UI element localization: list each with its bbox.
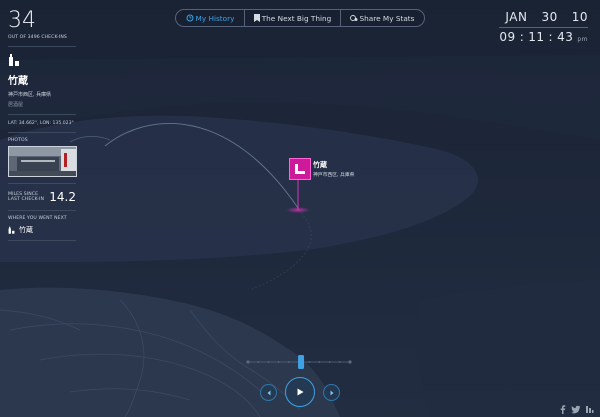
- next-button[interactable]: [323, 384, 340, 401]
- timeline-tick: [328, 361, 331, 363]
- facebook-icon[interactable]: [559, 405, 567, 414]
- social-links: [559, 405, 594, 414]
- venue-name: 竹蔵: [8, 76, 28, 87]
- divider: [8, 132, 76, 133]
- timeline-tick: [318, 361, 321, 363]
- timeline-tick: [287, 361, 290, 363]
- timeline-tick: [257, 361, 260, 363]
- checkin-sidebar: 34 OUT OF 3496 CHECK-INS 竹蔵 神戸市西区, 兵庫県 居…: [8, 10, 78, 241]
- miles-value: 14.2: [49, 190, 76, 204]
- venue-photo[interactable]: [8, 146, 77, 177]
- divider: [8, 210, 76, 211]
- nav-my-history-label: My History: [195, 13, 235, 23]
- venue-address: 神戸市西区, 兵庫県: [8, 92, 52, 98]
- checkin-number: 34: [8, 8, 36, 33]
- time-row: 09 : 11 : 43 pm: [499, 30, 588, 44]
- timeline-tick: [338, 361, 341, 363]
- nav-share-stats[interactable]: Share My Stats: [341, 10, 423, 26]
- divider: [8, 46, 76, 47]
- nav-share-stats-label: Share My Stats: [359, 13, 415, 23]
- time-minute: 11: [528, 30, 545, 44]
- venue-coordinates: LAT: 34.662°, LON: 135.023°: [8, 121, 74, 126]
- timeline-tick: [267, 361, 270, 363]
- twitter-icon[interactable]: [571, 405, 581, 414]
- next-icon: [330, 390, 333, 395]
- divider: [8, 240, 76, 241]
- date-time-display: JAN 30 10 09 : 11 : 43 pm: [499, 10, 588, 44]
- divider: [8, 183, 76, 184]
- nav-next-big-thing-label: The Next Big Thing: [261, 13, 332, 23]
- drink-category-icon: [8, 226, 15, 234]
- next-venue-name: 竹蔵: [19, 226, 33, 234]
- drink-category-icon: [9, 54, 19, 66]
- timeline-slider[interactable]: [244, 353, 354, 369]
- time-hour: 09: [499, 30, 516, 44]
- date-row: JAN 30 10: [499, 10, 588, 24]
- venue-category: 居酒屋: [8, 102, 24, 108]
- divider: [8, 114, 76, 115]
- foursquare-icon[interactable]: [585, 405, 594, 414]
- miles-label-line2: LAST CHECK-IN: [8, 197, 45, 202]
- next-venue-item[interactable]: 竹蔵: [8, 225, 78, 235]
- timeline-tick: [308, 361, 311, 363]
- miles-block: MILES SINCE LAST CHECK-IN 14.2: [8, 190, 76, 204]
- drink-category-icon: [295, 164, 305, 174]
- history-icon: [186, 14, 194, 22]
- play-button[interactable]: [285, 377, 315, 407]
- date-month: JAN: [505, 10, 528, 24]
- top-nav: My History The Next Big Thing Share My S…: [175, 9, 425, 27]
- pin-label: 竹蔵 神戸市西区, 兵庫県: [313, 160, 354, 178]
- next-venue-label: WHERE YOU WENT NEXT: [8, 216, 67, 221]
- nav-my-history[interactable]: My History: [176, 10, 244, 26]
- pin-venue-address: 神戸市西区, 兵庫県: [313, 173, 355, 178]
- share-stats-icon: [349, 15, 358, 21]
- date-day: 30: [541, 10, 558, 24]
- timeline-thumb[interactable]: [298, 355, 305, 369]
- bookmark-icon: [253, 14, 260, 22]
- time-second: 43: [557, 30, 574, 44]
- checkin-total-label: OUT OF 3496 CHECK-INS: [8, 35, 67, 40]
- date-year: 10: [571, 10, 588, 24]
- play-icon: [297, 388, 304, 396]
- prev-icon: [267, 390, 270, 395]
- prev-button[interactable]: [260, 384, 277, 401]
- venue-map-pin[interactable]: [289, 158, 311, 180]
- timeline-tick: [277, 361, 280, 363]
- pin-venue-name: 竹蔵: [313, 161, 327, 169]
- nav-next-big-thing[interactable]: The Next Big Thing: [245, 10, 340, 26]
- time-ampm: pm: [577, 36, 588, 43]
- photos-label: PHOTOS: [8, 138, 28, 143]
